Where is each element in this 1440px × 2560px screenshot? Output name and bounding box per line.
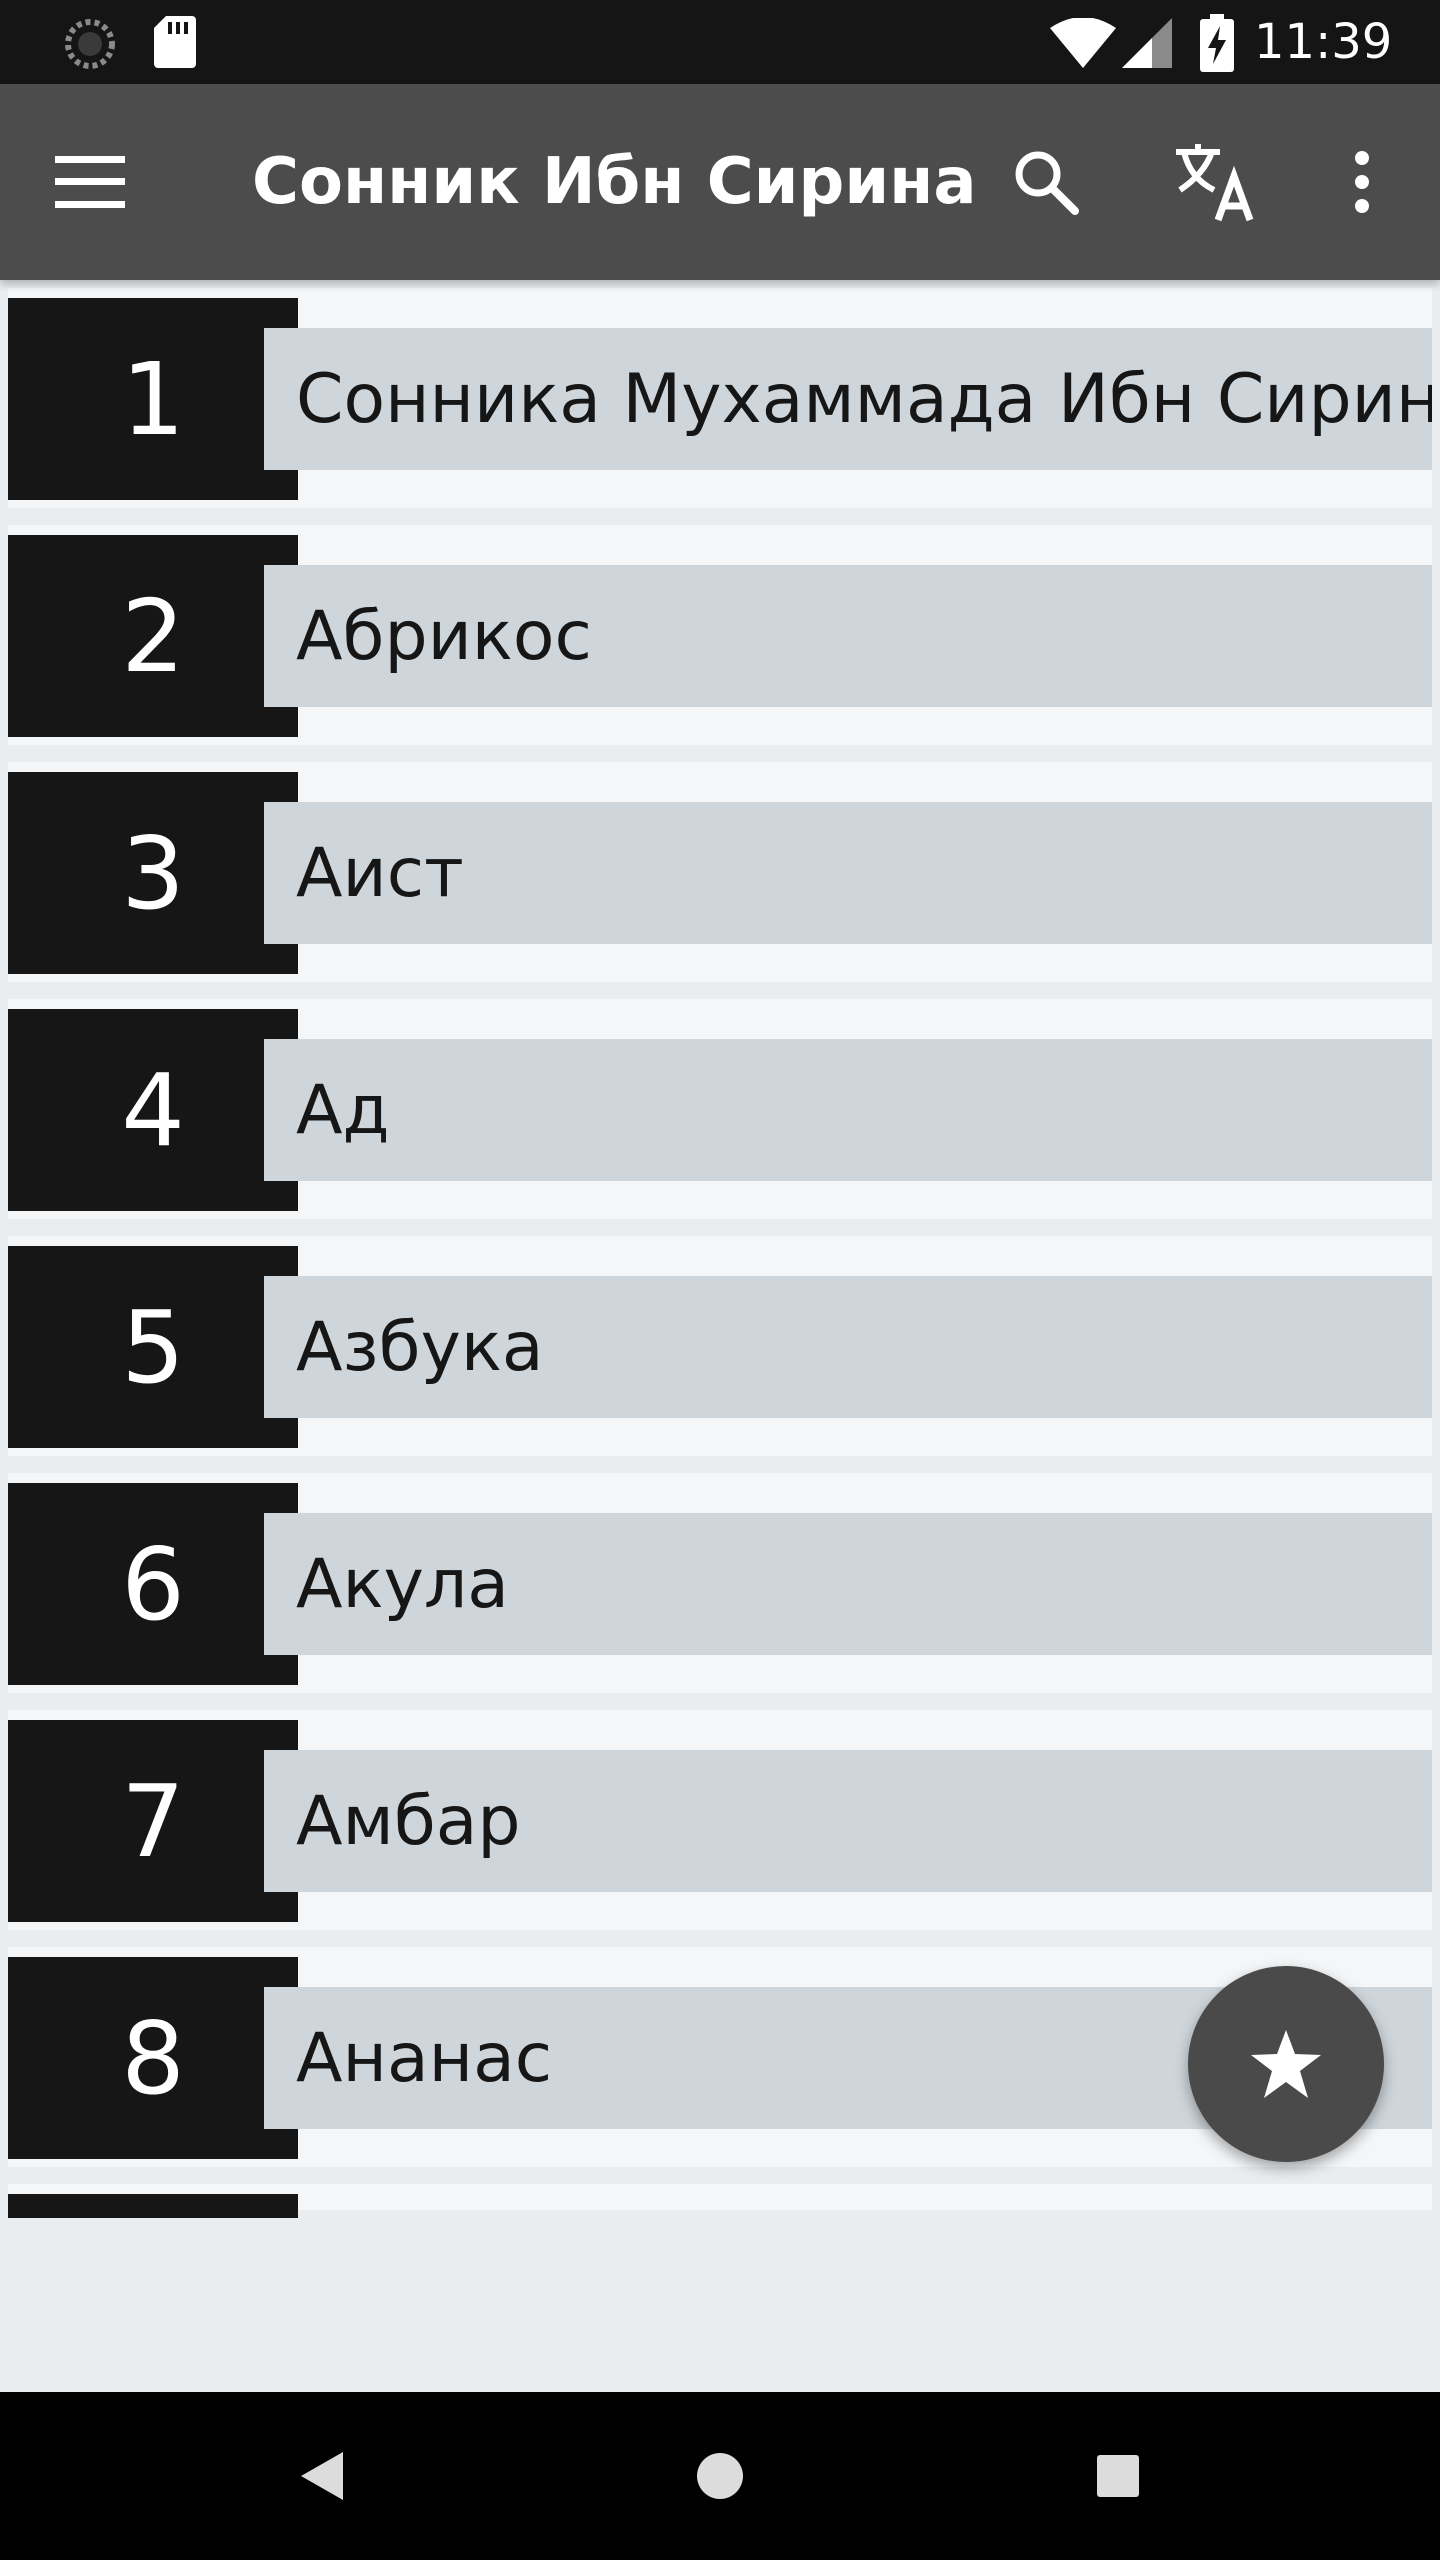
item-label: Аист bbox=[264, 802, 1432, 944]
star-icon bbox=[1251, 2030, 1321, 2098]
home-icon bbox=[697, 2453, 743, 2499]
list-item[interactable]: 2 Абрикос bbox=[8, 525, 1432, 745]
more-options-button[interactable] bbox=[1312, 132, 1412, 232]
status-time: 11:39 bbox=[1254, 14, 1393, 70]
wifi-icon bbox=[1050, 18, 1116, 68]
translate-icon bbox=[1176, 144, 1254, 222]
search-button[interactable] bbox=[996, 132, 1096, 232]
item-label: Абрикос bbox=[264, 565, 1432, 707]
back-button[interactable] bbox=[272, 2426, 372, 2526]
list-item-partial[interactable] bbox=[8, 2184, 1432, 2218]
page-title: Сонник Ибн Сирина bbox=[252, 145, 977, 219]
item-label: Ад bbox=[264, 1039, 1432, 1181]
sd-card-icon bbox=[154, 16, 196, 68]
dream-list: 1 Сонника Мухаммада Ибн Сирина 2 Абрикос… bbox=[0, 288, 1440, 2218]
menu-button[interactable] bbox=[40, 132, 140, 232]
item-number: 8 bbox=[8, 1957, 298, 2159]
item-label: Амбар bbox=[264, 1750, 1432, 1892]
list-item[interactable]: 6 Акула bbox=[8, 1473, 1432, 1693]
home-button[interactable] bbox=[670, 2426, 770, 2526]
back-icon bbox=[301, 2452, 343, 2500]
search-icon bbox=[1015, 151, 1079, 215]
item-number: 2 bbox=[8, 535, 298, 737]
item-number: 3 bbox=[8, 772, 298, 974]
loading-icon bbox=[65, 19, 115, 69]
list-item[interactable]: 5 Азбука bbox=[8, 1236, 1432, 1456]
translate-button[interactable] bbox=[1164, 132, 1264, 232]
item-number: 6 bbox=[8, 1483, 298, 1685]
item-label: Сонника Мухаммада Ибн Сирина bbox=[264, 328, 1432, 470]
item-number: 1 bbox=[8, 298, 298, 500]
item-label: Азбука bbox=[264, 1276, 1432, 1418]
battery-charging-icon bbox=[1200, 14, 1234, 72]
app-bar: Сонник Ибн Сирина bbox=[0, 84, 1440, 280]
list-item[interactable]: 1 Сонника Мухаммада Ибн Сирина bbox=[8, 288, 1432, 508]
recents-icon bbox=[1097, 2455, 1139, 2497]
navigation-bar bbox=[0, 2392, 1440, 2560]
list-item[interactable]: 4 Ад bbox=[8, 999, 1432, 1219]
item-number: 7 bbox=[8, 1720, 298, 1922]
list-item[interactable]: 7 Амбар bbox=[8, 1710, 1432, 1930]
favorites-fab[interactable] bbox=[1188, 1966, 1384, 2162]
item-label: Акула bbox=[264, 1513, 1432, 1655]
list-item[interactable]: 3 Аист bbox=[8, 762, 1432, 982]
status-bar: 11:39 bbox=[0, 0, 1440, 84]
more-vert-icon bbox=[1355, 151, 1369, 213]
menu-icon bbox=[55, 156, 125, 208]
signal-icon bbox=[1122, 18, 1172, 68]
item-number-partial bbox=[8, 2194, 298, 2218]
recents-button[interactable] bbox=[1068, 2426, 1168, 2526]
item-number: 5 bbox=[8, 1246, 298, 1448]
item-number: 4 bbox=[8, 1009, 298, 1211]
